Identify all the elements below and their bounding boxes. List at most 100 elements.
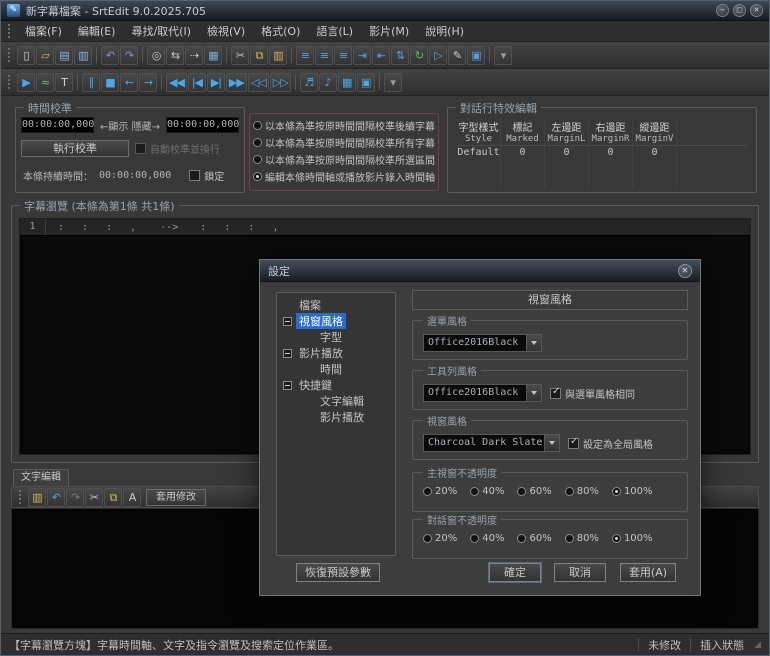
text-tool-icon[interactable]: T: [55, 72, 73, 92]
format-icon[interactable]: A: [123, 487, 141, 507]
menu-file[interactable]: 檔案(F): [17, 21, 70, 41]
radio-calibrate-all[interactable]: 以本條為準按原時間間隔校準所有字幕: [253, 134, 438, 151]
prev-subtitle-icon[interactable]: |◀: [187, 72, 206, 92]
sort-icon[interactable]: ⇅: [391, 45, 409, 65]
tree-item-label[interactable]: 快捷鍵: [296, 377, 335, 393]
minimize-button[interactable]: −: [716, 4, 729, 17]
paste-icon[interactable]: ▥: [269, 45, 287, 65]
dialog-opacity-100[interactable]: 100%: [611, 533, 653, 544]
duration-value[interactable]: 00:00:00,000: [99, 170, 171, 181]
toolbar-icon[interactable]: [294, 74, 296, 90]
tree-collapse-icon[interactable]: [283, 316, 292, 326]
tree-collapse-icon[interactable]: [283, 348, 292, 358]
radio-edit-timeline[interactable]: 編輯本條時間軸或播放影片錄入時間軸: [253, 168, 438, 185]
align-right-icon[interactable]: ≡: [334, 45, 352, 65]
toolbar-grip[interactable]: [19, 490, 23, 504]
main-opacity-40[interactable]: 40%: [470, 486, 504, 497]
radio-calibrate-selection[interactable]: 以本條為準按原時間間隔校準所選區間: [253, 151, 438, 168]
new-file-icon[interactable]: ▯: [17, 45, 35, 65]
toolbar-style-dropdown[interactable]: Office2016Black: [423, 384, 542, 402]
tree-item-files[interactable]: 檔案: [277, 297, 395, 313]
close-button[interactable]: ✕: [750, 4, 763, 17]
main-opacity-20[interactable]: 20%: [423, 486, 457, 497]
next-subtitle-icon[interactable]: ▶|: [206, 72, 225, 92]
menu-language[interactable]: 語言(L): [308, 21, 361, 41]
hide-time-field[interactable]: 00:00:00,000: [166, 117, 239, 133]
toolbar-overflow-icon[interactable]: ▾: [494, 45, 512, 65]
titlebar[interactable]: ✎ 新字幕檔案 - SrtEdit 9.0.2025.705 − □ ✕: [1, 1, 769, 21]
align-center-icon[interactable]: ≡: [315, 45, 333, 65]
toolbar-icon[interactable]: [378, 74, 380, 90]
toolbar-grip[interactable]: [8, 75, 12, 89]
tree-item-label[interactable]: 字型: [317, 329, 345, 345]
fx-cell[interactable]: 0: [589, 146, 633, 159]
align-left-icon[interactable]: ≡: [296, 45, 314, 65]
last-subtitle-icon[interactable]: ▶▶: [225, 72, 247, 92]
execute-calibration-button[interactable]: 執行校準: [21, 140, 129, 157]
video-preview-icon[interactable]: ▦: [204, 45, 222, 65]
dropdown-arrow-icon[interactable]: [545, 434, 560, 452]
find-next-icon[interactable]: ⇢: [185, 45, 203, 65]
menu-movie[interactable]: 影片(M): [361, 21, 417, 41]
undo-icon[interactable]: ↶: [47, 487, 65, 507]
settings-dialog-titlebar[interactable]: 設定 ✕: [260, 260, 700, 282]
tree-item-window-style[interactable]: 視窗風格: [277, 313, 395, 329]
main-opacity-100[interactable]: 100%: [611, 486, 653, 497]
waveform-icon[interactable]: ≈: [36, 72, 54, 92]
mute-icon[interactable]: ♬: [299, 72, 318, 92]
toolbar-icon[interactable]: [142, 47, 143, 63]
cancel-button[interactable]: 取消: [554, 563, 606, 582]
maximize-button[interactable]: □: [733, 4, 746, 17]
dialog-close-button[interactable]: ✕: [678, 263, 692, 278]
fx-cell[interactable]: Default: [457, 146, 501, 159]
tree-item-label[interactable]: 影片播放: [317, 409, 367, 425]
lock-duration-checkbox[interactable]: 鎖定: [189, 168, 224, 183]
tree-item-time[interactable]: 時間: [277, 361, 395, 377]
dropdown-arrow-icon[interactable]: [527, 334, 542, 352]
dialog-opacity-60[interactable]: 60%: [517, 533, 552, 544]
menu-format[interactable]: 格式(O): [253, 21, 308, 41]
play-icon[interactable]: ▶: [17, 72, 35, 92]
audio-icon[interactable]: ♪: [318, 72, 337, 92]
toolbar-overflow-icon[interactable]: ▾: [383, 72, 402, 92]
video-window-icon[interactable]: ▦: [337, 72, 356, 92]
toolbar-icon[interactable]: [77, 74, 78, 90]
dropdown-arrow-icon[interactable]: [527, 384, 542, 402]
outdent-icon[interactable]: ⇤: [372, 45, 390, 65]
save-as-icon[interactable]: ▥: [74, 45, 92, 65]
fullscreen-icon[interactable]: ▣: [356, 72, 375, 92]
same-as-menu-checkbox[interactable]: 與選單風格相同: [550, 386, 635, 401]
cut-icon[interactable]: ✂: [85, 487, 103, 507]
toolbar-icon[interactable]: [489, 47, 490, 63]
paste-text-icon[interactable]: ▥: [28, 487, 46, 507]
main-opacity-80[interactable]: 80%: [564, 486, 599, 497]
subtitle-row[interactable]: 1 : : : , --> : : : ,: [20, 219, 750, 236]
save-icon[interactable]: ▤: [55, 45, 73, 65]
rewind-icon[interactable]: ◁◁: [247, 72, 269, 92]
stop-icon[interactable]: ■: [101, 72, 119, 92]
tree-item-label[interactable]: 時間: [317, 361, 345, 377]
tree-item-label[interactable]: 視窗風格: [296, 313, 346, 329]
main-opacity-60[interactable]: 60%: [517, 486, 552, 497]
tree-item-label[interactable]: 檔案: [296, 297, 324, 313]
pause-icon[interactable]: ∥: [82, 72, 100, 92]
toolbar-icon[interactable]: [161, 74, 162, 90]
refresh-icon[interactable]: ↻: [410, 45, 428, 65]
resize-grip-icon[interactable]: ◢: [754, 640, 761, 650]
dialog-opacity-20[interactable]: 20%: [423, 533, 457, 544]
show-time-field[interactable]: 00:00:00,000: [21, 117, 94, 133]
apply-changes-button[interactable]: 套用修改: [146, 488, 206, 506]
menu-help[interactable]: 說明(H): [417, 21, 472, 41]
dialog-opacity-40[interactable]: 40%: [470, 533, 504, 544]
ok-button[interactable]: 確定: [489, 563, 541, 582]
redo-icon[interactable]: ↷: [120, 45, 138, 65]
play-doc-icon[interactable]: ▷: [429, 45, 447, 65]
open-folder-icon[interactable]: ▱: [36, 45, 54, 65]
auto-calibrate-checkbox[interactable]: 自動校準並換行: [135, 141, 220, 156]
tree-item-label[interactable]: 影片播放: [296, 345, 346, 361]
indent-icon[interactable]: ⇥: [353, 45, 371, 65]
copy-icon[interactable]: ⧉: [250, 45, 268, 65]
effects-table-row[interactable]: Default 0 0 0 0: [457, 146, 747, 159]
restore-defaults-button[interactable]: 恢復預設參數: [296, 563, 380, 582]
apply-button[interactable]: 套用(A): [620, 563, 676, 582]
